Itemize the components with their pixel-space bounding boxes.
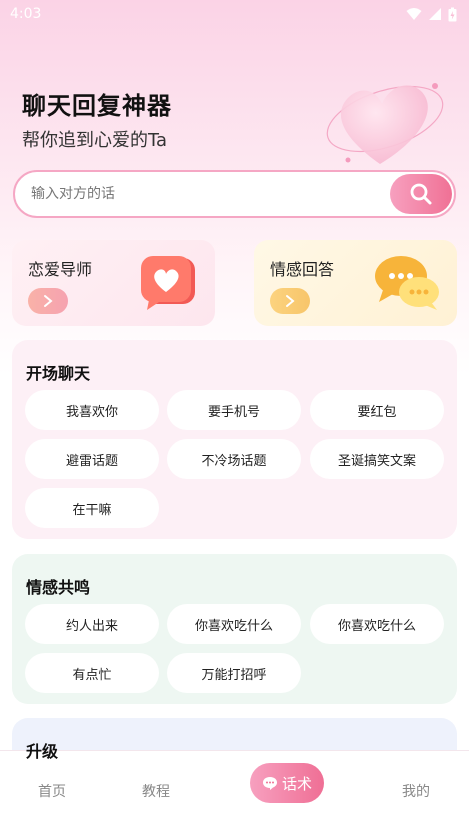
hero-heart-illustration xyxy=(320,64,450,178)
signal-icon xyxy=(429,8,441,20)
tag-chip[interactable]: 我喜欢你 xyxy=(25,390,159,430)
tag-chip[interactable]: 有点忙 xyxy=(25,653,159,693)
app-subtitle: 帮你追到心爱的Ta xyxy=(22,130,168,151)
tab-scripts-label: 话术 xyxy=(281,774,312,793)
tag-chip[interactable]: 要红包 xyxy=(310,390,444,430)
tag-chip[interactable]: 不冷场话题 xyxy=(167,439,301,479)
love-mentor-arrow[interactable] xyxy=(28,288,68,314)
search-icon xyxy=(410,183,432,205)
tag-chip[interactable]: 在干嘛 xyxy=(25,488,159,528)
tab-scripts[interactable]: 话术 xyxy=(250,763,324,803)
search-bar xyxy=(13,170,456,218)
emotion-answer-card[interactable]: 情感回答 xyxy=(254,240,457,326)
search-input[interactable] xyxy=(31,186,390,202)
wifi-icon xyxy=(406,8,422,20)
bottom-tab-bar: 首页 教程 话术 我的 xyxy=(0,750,469,834)
section-opening-chat: 开场聊天 我喜欢你 要手机号 要红包 避雷话题 不冷场话题 圣诞搞笑文案 在干嘛 xyxy=(12,340,457,539)
section-title: 情感共鸣 xyxy=(26,574,95,599)
chevron-right-icon xyxy=(44,295,53,307)
emotion-answer-arrow[interactable] xyxy=(270,288,310,314)
status-bar: 4:03 xyxy=(0,0,469,28)
emotion-answer-label: 情感回答 xyxy=(270,260,335,279)
tag-chip[interactable]: 约人出来 xyxy=(25,604,159,644)
status-icons xyxy=(406,7,457,22)
section-title: 开场聊天 xyxy=(26,360,95,385)
battery-icon xyxy=(448,7,457,21)
love-mentor-card[interactable]: 恋爱导师 xyxy=(12,240,215,326)
search-button[interactable] xyxy=(390,174,452,214)
tab-tutorial[interactable]: 教程 xyxy=(142,781,170,801)
status-time: 4:03 xyxy=(10,6,42,22)
chat-bubble-icon xyxy=(262,776,277,790)
tab-home[interactable]: 首页 xyxy=(38,781,66,801)
chat-bubbles-icon xyxy=(373,252,443,318)
love-mentor-label: 恋爱导师 xyxy=(28,260,93,279)
section-emotional-resonance: 情感共鸣 约人出来 你喜欢吃什么 你喜欢吃什么 有点忙 万能打招呼 xyxy=(12,554,457,704)
heart-chat-icon xyxy=(137,252,201,318)
tag-chip[interactable]: 你喜欢吃什么 xyxy=(310,604,444,644)
section-title: 升级 xyxy=(26,742,59,761)
tag-chip[interactable]: 避雷话题 xyxy=(25,439,159,479)
chevron-right-icon xyxy=(286,295,295,307)
tag-chip[interactable]: 要手机号 xyxy=(167,390,301,430)
tag-chip[interactable]: 你喜欢吃什么 xyxy=(167,604,301,644)
tag-chip[interactable]: 圣诞搞笑文案 xyxy=(310,439,444,479)
tab-mine[interactable]: 我的 xyxy=(402,781,430,801)
app-title: 聊天回复神器 xyxy=(22,92,172,120)
tag-chip[interactable]: 万能打招呼 xyxy=(167,653,301,693)
